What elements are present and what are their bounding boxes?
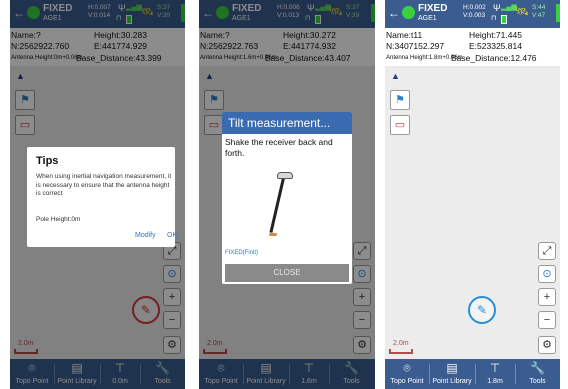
north-arrow-icon: ▲ (391, 71, 400, 81)
back-arrow-icon[interactable]: ← (388, 7, 400, 19)
gnss-receiver-icon (277, 172, 293, 179)
phone-screen-2: ← FIXED AGE1 H:0.006 V:0.013 Ψ ▂▄▆ ⊓ 🛰 S… (199, 0, 375, 389)
fix-status-label: FIXED (418, 3, 448, 14)
nav-pole-height[interactable]: ⊤ 1.8m (475, 359, 515, 389)
nav-tools[interactable]: 🔧 Tools (515, 359, 560, 389)
zoom-in-icon[interactable]: + (538, 288, 556, 306)
layer-flag-icon[interactable]: ⚑ (390, 90, 410, 110)
ok-button[interactable]: OK (167, 232, 177, 239)
dialog-title: Tilt measurement... (222, 112, 352, 134)
fix-status-text: FIXED(Finit) (225, 250, 258, 256)
wrench-icon: 🔧 (530, 361, 545, 375)
close-button[interactable]: CLOSE (225, 264, 349, 282)
sats-used: S:44 (532, 4, 546, 11)
phone-screen-3: ← FIXED AGE1 H:0.002 V:0.003 Ψ ▂▄▆ ⊓ 🛰 S… (385, 0, 560, 389)
survey-pole-icon: ⊤ (489, 361, 501, 375)
scale-label: 2.0m (393, 340, 409, 347)
phone-screen-1: ← FIXED AGE1 H:0.007 V:0.014 Ψ ▂▄▆ ⊓ 🛰 S… (10, 0, 185, 389)
modify-button[interactable]: Modify (135, 232, 156, 239)
fullscreen-icon[interactable]: ⤢ (538, 242, 556, 260)
locate-icon[interactable]: ⊙ (538, 265, 556, 283)
tips-dialog: Tips When using inertial navigation meas… (27, 147, 177, 247)
map-canvas[interactable]: ▲ ⚑ ▭ ⤢ ⊙ + − ⚙ ✎ 2.0m (385, 66, 560, 359)
v-precision: V:0.003 (463, 12, 486, 19)
position-marker-icon: ✎ (468, 296, 496, 324)
age-label: AGE1 (418, 15, 437, 22)
pole-height-text: Pole Height:0m (36, 216, 81, 223)
satellite-readout: S:44 V:47 (532, 4, 545, 20)
dialog-message: When using inertial navigation measureme… (36, 173, 172, 197)
nav-topo-point[interactable]: ⌾ Topo Point (385, 359, 429, 389)
fix-status-dot (402, 6, 415, 19)
satellite-icon: 🛰 (515, 6, 529, 18)
tilt-measurement-dialog: Tilt measurement... Shake the receiver b… (222, 112, 352, 284)
settings-gear-icon[interactable]: ⚙ (538, 336, 556, 354)
sats-view: V:47 (532, 12, 546, 19)
coordinate-panel: Name:t11 Height:71.445 N:3407152.297 E:5… (385, 28, 560, 66)
document-list-icon: ▤ (446, 361, 458, 375)
east-value: E:523325.814 (469, 41, 522, 51)
nav-point-library[interactable]: ▤ Point Library (429, 359, 475, 389)
status-bar: ← FIXED AGE1 H:0.002 V:0.003 Ψ ▂▄▆ ⊓ 🛰 S… (385, 0, 560, 28)
dialog-message: Shake the receiver back and forth. (225, 137, 333, 158)
bottom-nav: ⌾ Topo Point ▤ Point Library ⊤ 1.8m 🔧 To… (385, 359, 560, 389)
folder-icon[interactable]: ▭ (390, 115, 410, 135)
height-value: Height:71.445 (469, 30, 522, 40)
antenna-icon: Ψ (493, 3, 501, 13)
battery-icon (501, 15, 507, 24)
battery-bar (556, 4, 560, 22)
base-distance: Base_Distance:12.476 (451, 53, 537, 63)
zoom-out-icon[interactable]: − (538, 311, 556, 329)
map-pin-icon: ⌾ (403, 361, 411, 375)
point-name: Name:t11 (386, 30, 423, 40)
scale-bar (389, 349, 413, 354)
dialog-title: Tips (36, 155, 59, 167)
survey-pole-illustration (269, 177, 285, 233)
lock-icon: ⊓ (491, 15, 497, 22)
pole-tip-marker (269, 233, 277, 236)
north-value: N:3407152.297 (386, 41, 445, 51)
precision-readout: H:0.002 V:0.003 (463, 4, 486, 20)
h-precision: H:0.002 (463, 4, 486, 11)
